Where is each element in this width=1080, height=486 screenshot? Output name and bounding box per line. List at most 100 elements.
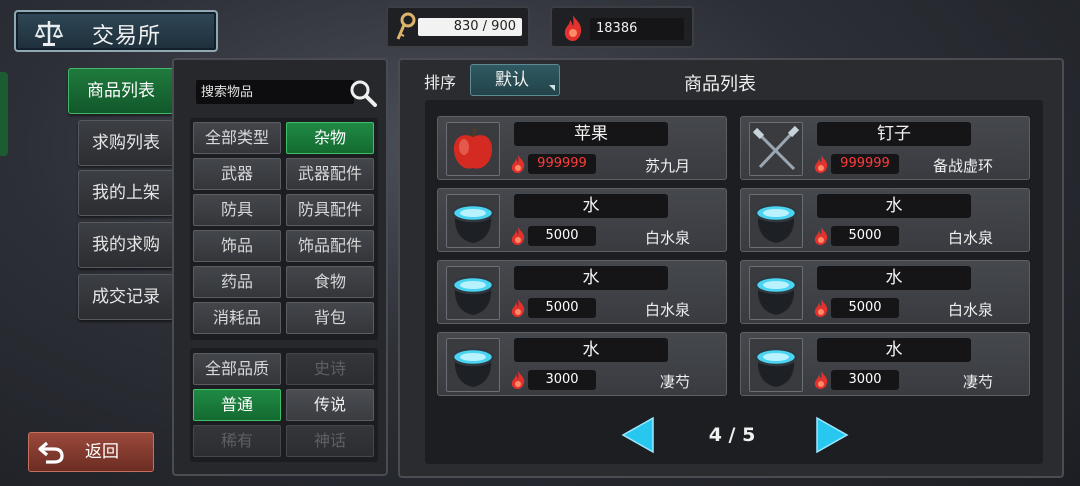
- item-seller: 苏九月: [644, 157, 690, 175]
- sort-dropdown[interactable]: 默认: [470, 64, 560, 96]
- item-card[interactable]: 水 5000 白水泉: [437, 188, 727, 252]
- title-bar: 交易所: [14, 10, 218, 52]
- page-title: 交易所: [92, 24, 162, 49]
- back-label: 返回: [85, 442, 119, 462]
- item-card[interactable]: 苹果 999999 苏九月: [437, 116, 727, 180]
- list-title: 商品列表: [684, 74, 756, 95]
- fire-currency-icon: [814, 155, 828, 173]
- item-name: 水: [514, 266, 668, 290]
- type-filter-button-11[interactable]: 背包: [286, 302, 374, 334]
- sort-value: 默认: [495, 70, 529, 90]
- type-filter-button-9[interactable]: 食物: [286, 266, 374, 298]
- item-name: 水: [817, 194, 971, 218]
- fire-currency-icon: [814, 299, 828, 317]
- type-filter-button-1[interactable]: 杂物: [286, 122, 374, 154]
- item-card[interactable]: 水 3000 凄芍: [740, 332, 1030, 396]
- item-price: 3000: [831, 370, 899, 390]
- item-seller: 白水泉: [947, 301, 993, 319]
- sort-label: 排序: [424, 73, 457, 92]
- item-image: [446, 266, 500, 320]
- tab-trade-history[interactable]: 成交记录: [78, 274, 174, 320]
- tab-product-list[interactable]: 商品列表: [68, 68, 174, 114]
- tab-my-requests[interactable]: 我的求购: [78, 222, 174, 268]
- next-page-arrow-icon[interactable]: [814, 416, 850, 454]
- type-filter-button-3[interactable]: 武器配件: [286, 158, 374, 190]
- caret-down-icon: [549, 85, 555, 91]
- item-image: [749, 194, 803, 248]
- prev-page-arrow-icon[interactable]: [620, 416, 656, 454]
- water-pot-icon: [750, 195, 802, 247]
- fire-currency-icon: [564, 15, 582, 41]
- item-price: 3000: [528, 370, 596, 390]
- quality-filter-button-4[interactable]: 稀有: [193, 425, 281, 457]
- water-pot-icon: [447, 195, 499, 247]
- currency-value: 18386: [590, 18, 684, 40]
- fire-currency-icon: [511, 155, 525, 173]
- water-pot-icon: [750, 339, 802, 391]
- fire-currency-icon: [511, 299, 525, 317]
- apple-icon: [447, 123, 499, 175]
- search-icon[interactable]: [348, 78, 378, 108]
- item-image: [749, 338, 803, 392]
- type-filter-button-0[interactable]: 全部类型: [193, 122, 281, 154]
- page-indicator: 4 / 5: [708, 424, 756, 446]
- item-price: 999999: [528, 154, 596, 174]
- type-filter-button-10[interactable]: 消耗品: [193, 302, 281, 334]
- item-image: [749, 122, 803, 176]
- currency-box: 18386: [550, 6, 694, 48]
- item-name: 水: [817, 338, 971, 362]
- item-seller: 凄芍: [962, 373, 993, 391]
- type-filter-button-7[interactable]: 饰品配件: [286, 230, 374, 262]
- type-filter-button-4[interactable]: 防具: [193, 194, 281, 226]
- side-drawer-handle[interactable]: [0, 72, 8, 156]
- key-icon: [396, 12, 416, 40]
- type-filter-button-2[interactable]: 武器: [193, 158, 281, 190]
- type-filter-button-5[interactable]: 防具配件: [286, 194, 374, 226]
- item-price: 5000: [831, 298, 899, 318]
- quality-filter-button-2[interactable]: 普通: [193, 389, 281, 421]
- back-arrow-icon: [38, 441, 64, 464]
- item-card[interactable]: 水 5000 白水泉: [437, 260, 727, 324]
- item-image: [446, 194, 500, 248]
- item-image: [446, 338, 500, 392]
- type-filter-button-6[interactable]: 饰品: [193, 230, 281, 262]
- quality-filter-button-3[interactable]: 传说: [286, 389, 374, 421]
- scales-icon: [34, 21, 64, 46]
- nails-icon: [750, 123, 802, 175]
- item-price: 5000: [528, 298, 596, 318]
- search-box[interactable]: [196, 80, 354, 104]
- fire-currency-icon: [814, 371, 828, 389]
- fire-currency-icon: [511, 371, 525, 389]
- item-card[interactable]: 水 3000 凄芍: [437, 332, 727, 396]
- item-price: 999999: [831, 154, 899, 174]
- item-card[interactable]: 水 5000 白水泉: [740, 188, 1030, 252]
- item-seller: 凄芍: [659, 373, 690, 391]
- tab-my-listings[interactable]: 我的上架: [78, 170, 174, 216]
- quality-filter-button-0[interactable]: 全部品质: [193, 353, 281, 385]
- back-button[interactable]: 返回: [28, 432, 154, 472]
- type-filter-button-8[interactable]: 药品: [193, 266, 281, 298]
- item-price: 5000: [528, 226, 596, 246]
- tab-buy-requests[interactable]: 求购列表: [78, 120, 174, 166]
- item-seller: 白水泉: [644, 229, 690, 247]
- search-input[interactable]: [196, 80, 354, 104]
- quality-filter-button-5[interactable]: 神话: [286, 425, 374, 457]
- capacity-box: 830 / 900: [386, 6, 530, 48]
- item-name: 水: [514, 338, 668, 362]
- item-card[interactable]: 钉子 999999 备战虚环: [740, 116, 1030, 180]
- quality-filter-button-1[interactable]: 史诗: [286, 353, 374, 385]
- item-seller: 白水泉: [947, 229, 993, 247]
- item-image: [749, 266, 803, 320]
- item-name: 苹果: [514, 122, 668, 146]
- item-seller: 备战虚环: [932, 157, 993, 175]
- water-pot-icon: [447, 267, 499, 319]
- water-pot-icon: [750, 267, 802, 319]
- water-pot-icon: [447, 339, 499, 391]
- item-name: 钉子: [817, 122, 971, 146]
- item-name: 水: [817, 266, 971, 290]
- item-image: [446, 122, 500, 176]
- item-seller: 白水泉: [644, 301, 690, 319]
- item-card[interactable]: 水 5000 白水泉: [740, 260, 1030, 324]
- fire-currency-icon: [814, 227, 828, 245]
- capacity-text: 830 / 900: [418, 18, 522, 36]
